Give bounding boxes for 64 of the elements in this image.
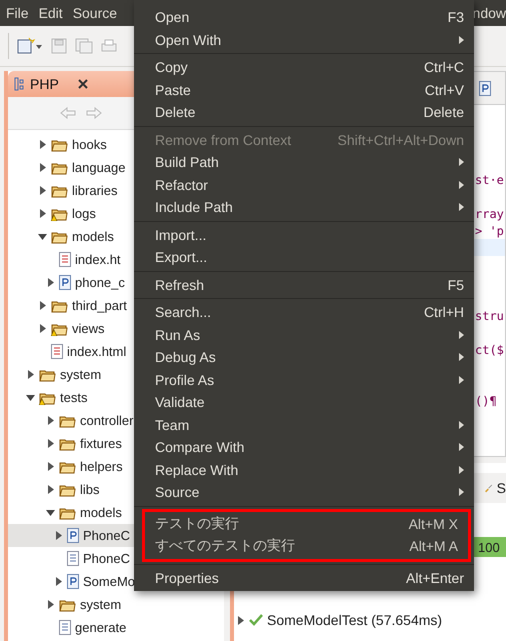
expand-arrow-icon[interactable] bbox=[46, 600, 55, 609]
html-file-icon bbox=[59, 252, 71, 267]
menu-item[interactable]: Validate bbox=[134, 391, 474, 414]
tree-view-icon bbox=[14, 77, 24, 91]
menu-item[interactable]: Refactor bbox=[134, 174, 474, 196]
tree-item[interactable]: system bbox=[8, 593, 224, 616]
expand-arrow-icon[interactable] bbox=[46, 416, 55, 425]
php-file-icon bbox=[67, 528, 79, 543]
collapse-arrow-icon[interactable] bbox=[38, 232, 47, 241]
menu-item[interactable]: Delete Delete bbox=[134, 101, 474, 124]
menu-item[interactable]: Include Path bbox=[134, 196, 474, 218]
php-file-icon bbox=[479, 80, 491, 96]
menu-item[interactable]: Compare With bbox=[134, 436, 474, 458]
php-file-icon bbox=[67, 574, 79, 589]
code-line: ct($ bbox=[475, 343, 504, 357]
expand-arrow-icon[interactable] bbox=[38, 186, 47, 195]
new-file-icon[interactable] bbox=[17, 37, 43, 55]
menu-item[interactable]: Debug As bbox=[134, 346, 474, 368]
expand-arrow-icon[interactable] bbox=[46, 462, 55, 471]
expand-arrow-icon[interactable] bbox=[38, 324, 47, 333]
menu-title[interactable]: Edit bbox=[38, 5, 63, 21]
expand-arrow-icon[interactable] bbox=[26, 370, 35, 379]
collapse-arrow-icon[interactable] bbox=[46, 508, 55, 517]
menu-item[interactable]: Open With bbox=[134, 28, 474, 51]
menu-item[interactable]: Import... bbox=[134, 224, 474, 246]
code-line: ()¶ bbox=[475, 394, 497, 408]
expand-arrow-icon[interactable] bbox=[54, 531, 63, 540]
menu-title[interactable]: ndow bbox=[472, 5, 506, 21]
menu-item[interactable]: Export... bbox=[134, 246, 474, 268]
php-file-icon bbox=[59, 275, 71, 290]
expand-arrow-icon[interactable] bbox=[46, 485, 55, 494]
menu-item[interactable]: Search... Ctrl+H bbox=[134, 301, 474, 324]
menu-item[interactable]: Run As bbox=[134, 324, 474, 346]
menu-item[interactable]: Build Path bbox=[134, 151, 474, 174]
test-result[interactable]: SomeModelTest (57.654ms) bbox=[267, 612, 442, 628]
menu-item[interactable]: Refresh F5 bbox=[134, 274, 474, 296]
menu-item[interactable]: Profile As bbox=[134, 368, 474, 391]
menu-item[interactable]: Source bbox=[134, 481, 474, 504]
code-line: > 'p bbox=[475, 224, 504, 238]
text-file-icon bbox=[67, 551, 79, 566]
menu-item[interactable]: Replace With bbox=[134, 458, 474, 481]
expand-arrow-icon[interactable] bbox=[38, 209, 47, 218]
menu-item[interactable]: Team bbox=[134, 414, 474, 436]
code-line: stru bbox=[475, 309, 504, 323]
expand-arrow-icon[interactable] bbox=[54, 577, 63, 586]
menu-item[interactable]: Properties Alt+Enter bbox=[134, 566, 474, 589]
menu-title[interactable]: Source bbox=[72, 5, 118, 21]
expand-arrow-icon[interactable] bbox=[38, 301, 47, 310]
code-line: st·e bbox=[475, 173, 504, 187]
view-tab[interactable]: S bbox=[496, 480, 506, 496]
close-icon[interactable] bbox=[76, 78, 89, 90]
expand-arrow-icon[interactable] bbox=[38, 140, 47, 149]
tree-item[interactable]: generate bbox=[8, 616, 224, 639]
progress-label: 100 bbox=[478, 540, 501, 554]
html-file-icon bbox=[51, 344, 63, 359]
expand-arrow-icon[interactable] bbox=[38, 163, 47, 172]
menu-title[interactable]: File bbox=[6, 5, 29, 21]
menu-item[interactable]: Open F3 bbox=[134, 6, 474, 28]
text-file-icon bbox=[59, 620, 71, 635]
expand-arrow-icon[interactable] bbox=[46, 439, 55, 448]
expand-arrow-icon[interactable] bbox=[236, 616, 245, 624]
collapse-arrow-icon[interactable] bbox=[26, 393, 35, 402]
expand-arrow-icon[interactable] bbox=[46, 278, 55, 287]
code-line: rray bbox=[475, 207, 504, 221]
